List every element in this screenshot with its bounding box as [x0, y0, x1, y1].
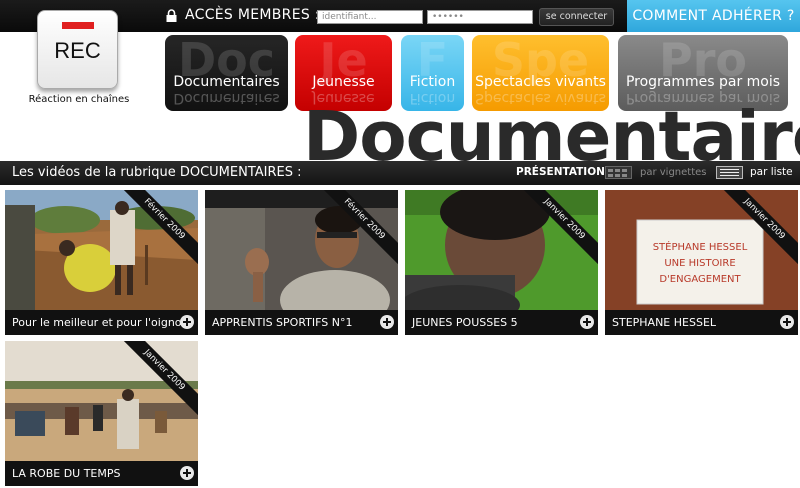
plus-icon[interactable]	[180, 315, 194, 329]
card-caption: STEPHANE HESSEL	[605, 310, 798, 335]
rec-logo[interactable]: REC	[37, 10, 118, 89]
nav-spectacles-vivants[interactable]: Spe Spectacles vivants Spectacles vivant…	[472, 35, 609, 111]
nav-label: Spectacles vivants	[475, 74, 606, 90]
username-input[interactable]	[317, 10, 423, 24]
nav-documentaires[interactable]: Doc Documentaires Documentaires	[165, 35, 288, 111]
video-thumbnail	[5, 190, 198, 310]
presentation-label: PRÉSENTATION :	[516, 166, 613, 178]
video-title[interactable]: JEUNES POUSSES 5	[412, 316, 518, 329]
lock-icon	[166, 9, 177, 22]
nav-programmes-par-mois[interactable]: Pro Programmes par mois Programmes par m…	[618, 35, 788, 111]
section-header: Les vidéos de la rubrique DOCUMENTAIRES …	[0, 161, 800, 185]
video-card[interactable]: Janvier 2009 LA ROBE DU TEMPS	[5, 341, 198, 486]
video-card[interactable]: STÉPHANE HESSEL UNE HISTOIRE D'ENGAGEMEN…	[605, 190, 798, 335]
view-thumbnails-link[interactable]: par vignettes	[640, 167, 707, 178]
section-title: Les vidéos de la rubrique DOCUMENTAIRES …	[12, 165, 302, 180]
video-thumbnail	[5, 341, 198, 461]
nav-label: Fiction	[409, 74, 456, 90]
video-title[interactable]: STEPHANE HESSEL	[612, 316, 716, 329]
video-thumbnail	[405, 190, 598, 310]
plus-icon[interactable]	[380, 315, 394, 329]
card-caption: Pour le meilleur et pour l'oignon	[5, 310, 198, 335]
sign-line-3: D'ENGAGEMENT	[659, 274, 741, 285]
nav-label-reflection: Jeunesse	[312, 90, 375, 106]
nav-fiction[interactable]: F Fiction Fiction	[401, 35, 464, 111]
sign-line-1: STÉPHANE HESSEL	[653, 240, 748, 253]
nav-label-reflection: Fiction	[409, 90, 456, 106]
video-title[interactable]: Pour le meilleur et pour l'oignon	[12, 316, 189, 329]
card-caption: APPRENTIS SPORTIFS N°1	[205, 310, 398, 335]
sign-line-2: UNE HISTOIRE	[664, 258, 735, 269]
video-card[interactable]: Janvier 2009 JEUNES POUSSES 5	[405, 190, 598, 335]
nav-label: Jeunesse	[312, 74, 375, 90]
card-caption: LA ROBE DU TEMPS	[5, 461, 198, 486]
nav-jeunesse[interactable]: Je Jeunesse Jeunesse	[295, 35, 392, 111]
top-bar: ACCÈS MEMBRES : se connecter COMMENT ADH…	[0, 0, 800, 32]
logo-text: REC	[54, 38, 101, 63]
nav-label-reflection: Documentaires	[173, 90, 280, 106]
card-caption: JEUNES POUSSES 5	[405, 310, 598, 335]
plus-icon[interactable]	[780, 315, 794, 329]
logo-red-bar	[62, 22, 94, 29]
plus-icon[interactable]	[180, 466, 194, 480]
members-access-label: ACCÈS MEMBRES :	[185, 7, 320, 23]
password-input[interactable]	[427, 10, 533, 24]
video-card[interactable]: Février 2009 APPRENTIS SPORTIFS N°1	[205, 190, 398, 335]
video-title[interactable]: LA ROBE DU TEMPS	[12, 467, 121, 480]
grid-view-icon[interactable]	[605, 166, 632, 179]
plus-icon[interactable]	[580, 315, 594, 329]
video-thumbnail: STÉPHANE HESSEL UNE HISTOIRE D'ENGAGEMEN…	[605, 190, 798, 310]
login-button[interactable]: se connecter	[539, 8, 614, 26]
nav-label: Programmes par mois	[625, 74, 781, 90]
view-list-link[interactable]: par liste	[750, 166, 793, 178]
nav-label: Documentaires	[173, 74, 280, 90]
video-card[interactable]: Février 2009 Pour le meilleur et pour l'…	[5, 190, 198, 335]
join-button[interactable]: COMMENT ADHÉRER ?	[627, 0, 800, 32]
page: { "header": { "lock_icon": "lock-icon", …	[0, 0, 800, 488]
logo-tagline: Réaction en chaînes	[28, 94, 130, 105]
video-title[interactable]: APPRENTIS SPORTIFS N°1	[212, 316, 352, 329]
nav-label-reflection: Spectacles vivants	[475, 90, 606, 106]
video-thumbnail	[205, 190, 398, 310]
nav-label-reflection: Programmes par mois	[625, 90, 781, 106]
list-view-icon[interactable]	[716, 166, 743, 179]
